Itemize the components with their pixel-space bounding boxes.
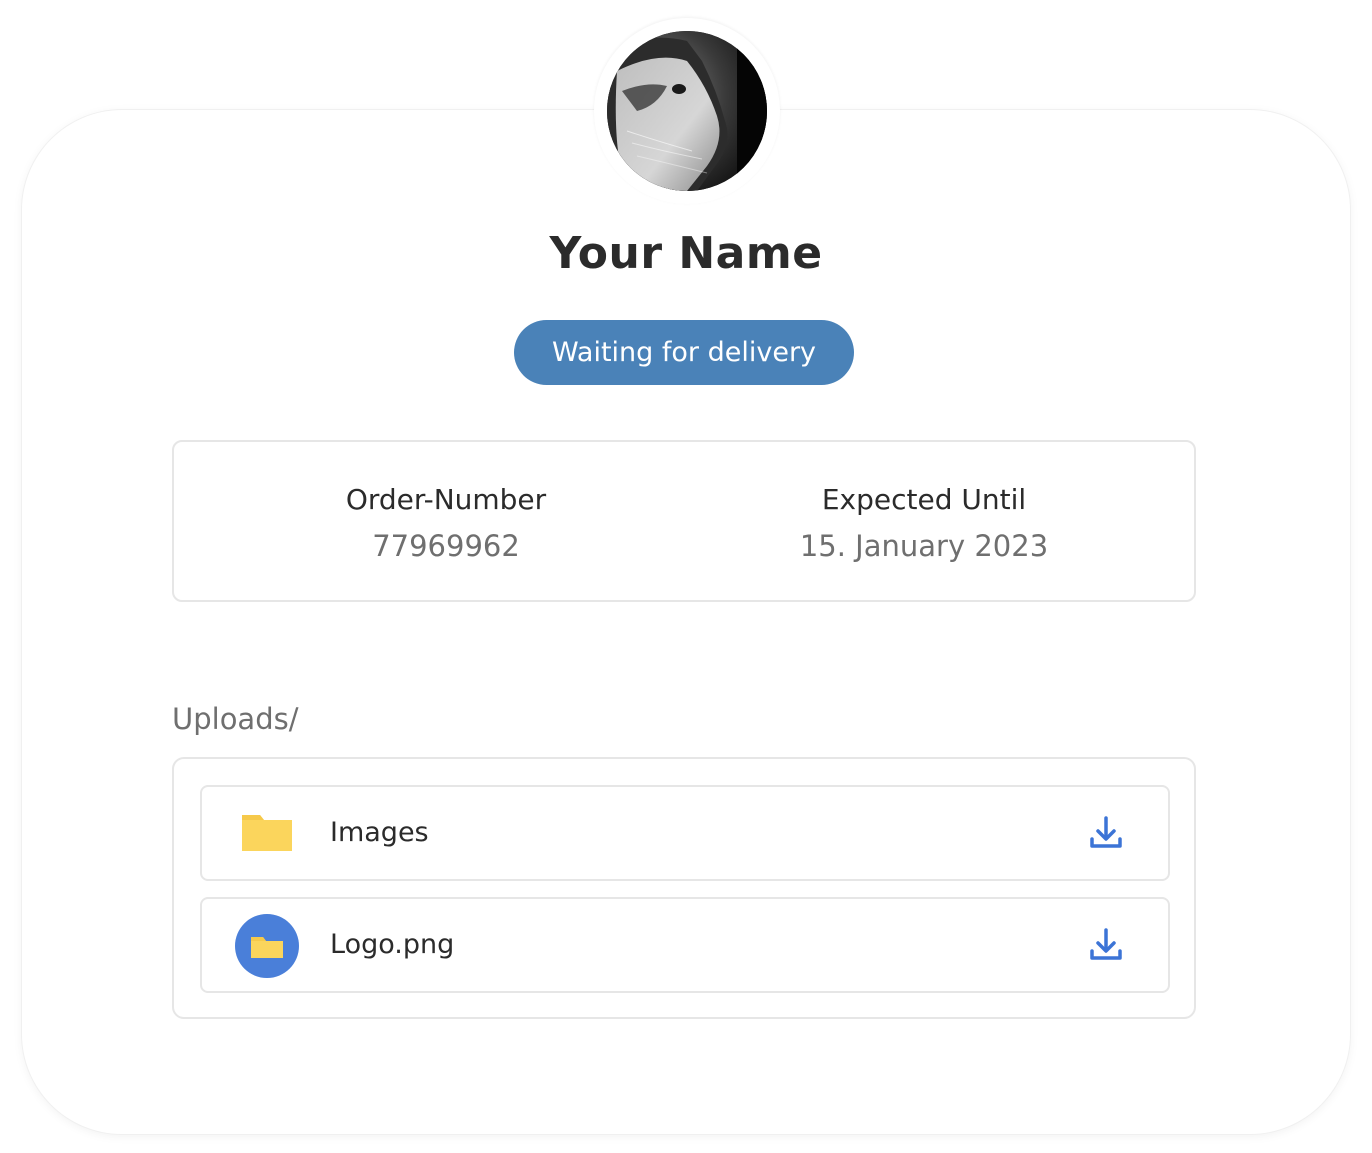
- download-icon[interactable]: [1086, 813, 1126, 853]
- folder-icon: [242, 815, 292, 851]
- expected-date-value: 15. January 2023: [799, 529, 1049, 563]
- file-icon: [235, 914, 299, 978]
- upload-item-logo[interactable]: Logo.png: [200, 897, 1170, 993]
- page: Your Name Waiting for delivery Order-Num…: [0, 0, 1372, 1153]
- order-number-value: 77969962: [372, 529, 520, 563]
- upload-item-label: Images: [330, 817, 429, 848]
- profile-name: Your Name: [549, 228, 823, 279]
- download-icon[interactable]: [1086, 925, 1126, 965]
- expected-date-section: Expected Until 15. January 2023: [714, 480, 1134, 568]
- order-number-section: Order-Number 77969962: [236, 480, 656, 568]
- upload-item-label: Logo.png: [330, 929, 455, 960]
- order-number-label: Order-Number: [345, 483, 547, 516]
- upload-item-images[interactable]: Images: [200, 785, 1170, 881]
- cat-photo: [607, 31, 767, 191]
- uploads-list: Images Logo.png: [172, 757, 1196, 1019]
- status-badge: Waiting for delivery: [514, 320, 854, 385]
- uploads-title: Uploads/: [172, 702, 299, 736]
- avatar[interactable]: [607, 31, 767, 191]
- order-info-box: Order-Number 77969962 Expected Until 15.…: [172, 440, 1196, 602]
- expected-date-label: Expected Until: [821, 483, 1027, 516]
